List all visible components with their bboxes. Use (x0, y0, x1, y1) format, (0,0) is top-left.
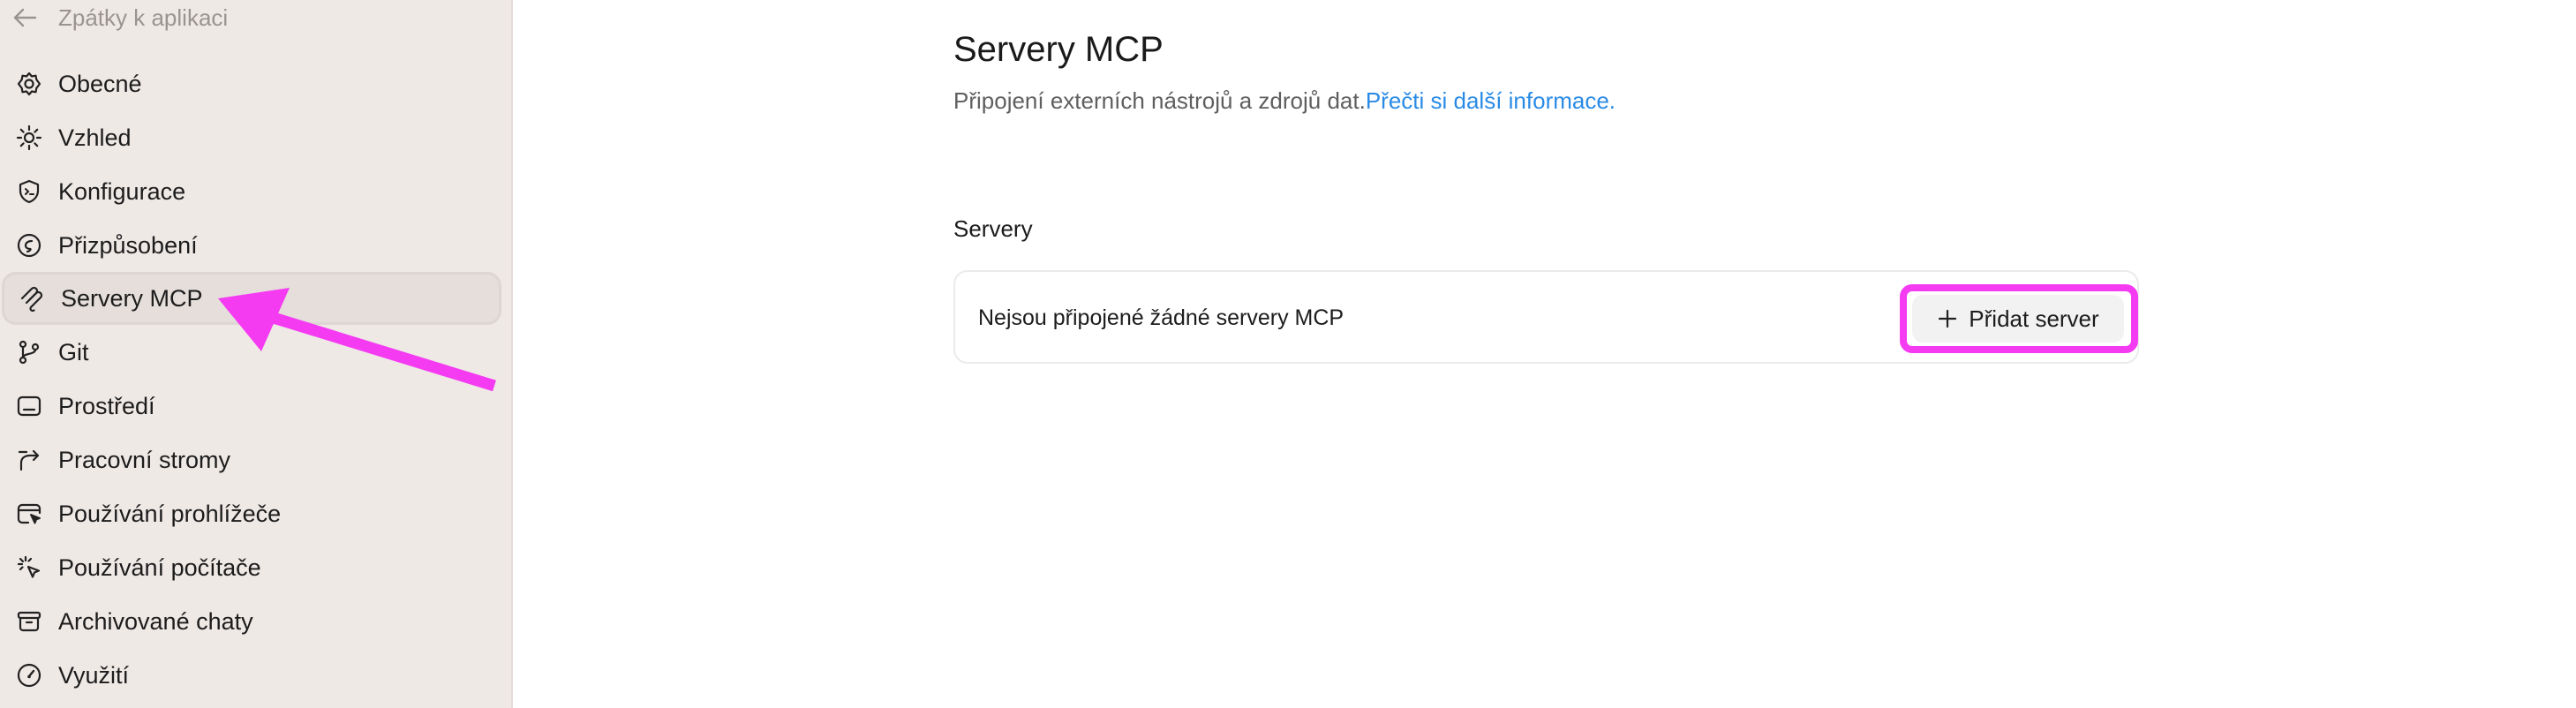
back-link-label: Zpátky k aplikaci (58, 4, 229, 31)
plus-icon (1937, 307, 1960, 330)
add-server-label: Přidat server (1969, 305, 2099, 332)
learn-more-link[interactable]: Přečti si další informace. (1366, 87, 1616, 114)
sidebar-item-mcp-servers[interactable]: Servery MCP (2, 272, 501, 325)
terminal-window-icon (14, 391, 44, 421)
sidebar-item-computer-use[interactable]: Používání počítače (2, 541, 501, 594)
sidebar-item-general[interactable]: Obecné (2, 57, 501, 110)
sidebar-item-browser-use[interactable]: Používání prohlížeče (2, 487, 501, 540)
git-branch-icon (14, 337, 44, 367)
sidebar-item-label: Používání počítače (58, 554, 261, 581)
sidebar-item-worktrees[interactable]: Pracovní stromy (2, 433, 501, 486)
mcp-icon (17, 283, 47, 313)
sidebar-item-label: Používání prohlížeče (58, 500, 282, 527)
settings-sidebar: Zpátky k aplikaci Obecné Vzhled Konfigur… (0, 0, 513, 708)
arrow-left-icon (12, 3, 42, 33)
sidebar-item-label: Pracovní stromy (58, 446, 231, 473)
add-server-button[interactable]: Přidat server (1912, 295, 2124, 343)
sidebar-item-usage[interactable]: Využití (2, 649, 501, 702)
empty-state-text: Nejsou připojené žádné servery MCP (978, 305, 1344, 330)
pointer-click-icon (14, 553, 44, 583)
gear-icon (14, 69, 44, 99)
sidebar-item-label: Konfigurace (58, 177, 186, 205)
worktree-icon (14, 445, 44, 475)
sidebar-item-personalization[interactable]: Přizpůsobení (2, 219, 501, 272)
archive-icon (14, 606, 44, 636)
back-to-app-link[interactable]: Zpátky k aplikaci (12, 0, 228, 35)
servers-section-title: Servery (953, 215, 1033, 242)
page-title: Servery MCP (953, 30, 1164, 69)
sidebar-item-configuration[interactable]: Konfigurace (2, 165, 501, 218)
personalize-icon (14, 230, 44, 260)
page-subtitle: Připojení externích nástrojů a zdrojů da… (953, 87, 1616, 115)
sidebar-item-environment[interactable]: Prostředí (2, 380, 501, 433)
browser-cursor-icon (14, 499, 44, 529)
sidebar-item-label: Archivované chaty (58, 607, 253, 635)
sidebar-item-label: Obecné (58, 70, 142, 97)
gauge-icon (14, 660, 44, 690)
sidebar-item-label: Prostředí (58, 392, 155, 419)
sidebar-item-label: Přizpůsobení (58, 231, 198, 259)
sidebar-item-label: Vzhled (58, 124, 132, 151)
sidebar-item-archived-chats[interactable]: Archivované chaty (2, 595, 501, 648)
shield-code-icon (14, 177, 44, 207)
sidebar-item-git[interactable]: Git (2, 326, 501, 379)
servers-card: Nejsou připojené žádné servery MCP Přida… (953, 270, 2139, 364)
subtitle-text: Připojení externích nástrojů a zdrojů da… (953, 87, 1366, 114)
sidebar-item-label: Git (58, 338, 89, 365)
sidebar-item-appearance[interactable]: Vzhled (2, 111, 501, 164)
sidebar-item-label: Využití (58, 661, 130, 689)
sidebar-item-label: Servery MCP (61, 284, 203, 312)
sun-icon (14, 123, 44, 153)
